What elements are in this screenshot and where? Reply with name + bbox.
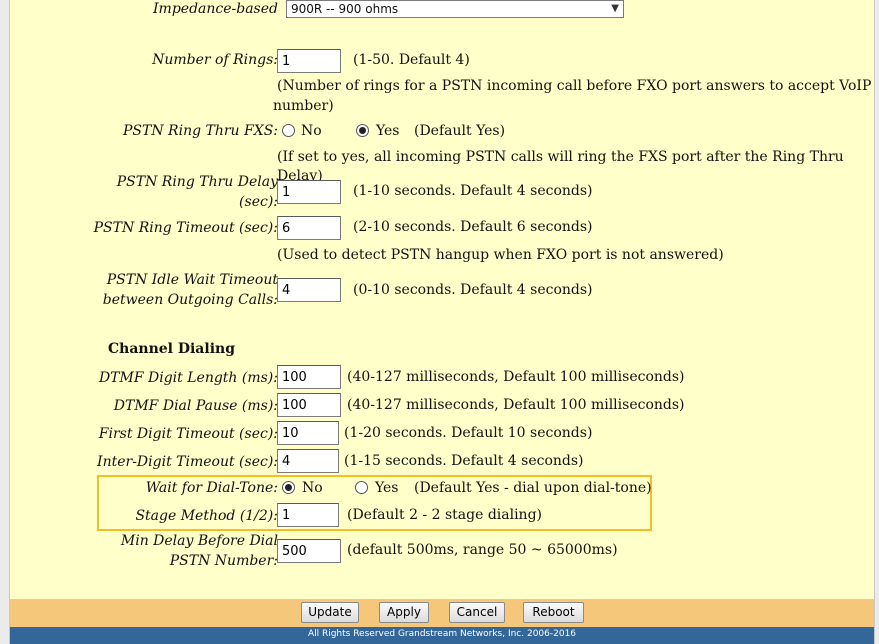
dtmf-length-label: DTMF Digit Length (ms): <box>98 370 278 386</box>
wait-dial-tone-label: Wait for Dial-Tone: <box>145 480 278 496</box>
dtmf-pause-input[interactable] <box>277 393 341 417</box>
ring-timeout-hint: (2-10 seconds. Default 6 seconds) <box>353 219 593 235</box>
rings-note-line2: number) <box>273 98 334 114</box>
reboot-button[interactable]: Reboot <box>523 602 584 623</box>
ring-thru-delay-label-2: (sec): <box>239 194 278 210</box>
rings-label: Number of Rings: <box>152 52 278 68</box>
inter-digit-label: Inter-Digit Timeout (sec): <box>97 454 278 470</box>
inter-digit-hint: (1-15 seconds. Default 4 seconds) <box>344 453 584 469</box>
impedance-value: 900R -- 900 ohms <box>291 2 399 16</box>
min-delay-label-1: Min Delay Before Dial <box>120 533 278 549</box>
idle-wait-hint: (0-10 seconds. Default 4 seconds) <box>353 282 593 298</box>
right-scrollbar[interactable] <box>874 0 879 644</box>
wait-dial-tone-yes-label: Yes <box>375 480 399 496</box>
ring-thru-label: PSTN Ring Thru FXS: <box>123 123 278 139</box>
first-digit-input[interactable] <box>277 421 339 445</box>
impedance-label: Impedance-based <box>153 1 278 17</box>
wait-dial-tone-yes-radio[interactable] <box>355 481 368 494</box>
rings-hint: (1-50. Default 4) <box>353 52 470 68</box>
first-digit-label: First Digit Timeout (sec): <box>98 426 278 442</box>
min-delay-hint: (default 500ms, range 50 ~ 65000ms) <box>347 542 618 558</box>
ring-thru-yes-label: Yes <box>376 123 400 139</box>
dtmf-length-input[interactable] <box>277 365 341 389</box>
ring-thru-hint: (Default Yes) <box>414 123 506 139</box>
idle-wait-input[interactable] <box>277 278 341 302</box>
footer-button-bar <box>10 599 874 627</box>
impedance-select[interactable]: 900R -- 900 ohms ▼ <box>286 0 624 18</box>
min-delay-input[interactable] <box>277 539 341 563</box>
channel-dialing-heading: Channel Dialing <box>108 341 235 357</box>
idle-wait-label-1: PSTN Idle Wait Timeout <box>106 272 278 288</box>
wait-dial-tone-hint: (Default Yes - dial upon dial-tone) <box>414 480 652 496</box>
wait-dial-tone-no-radio[interactable] <box>282 481 295 494</box>
ring-thru-no-label: No <box>301 123 322 139</box>
dtmf-length-hint: (40-127 milliseconds, Default 100 millis… <box>347 369 685 385</box>
inter-digit-input[interactable] <box>277 449 339 473</box>
ring-thru-delay-label-1: PSTN Ring Thru Delay <box>116 174 278 190</box>
rings-note-line1: (Number of rings for a PSTN incoming cal… <box>277 78 872 94</box>
ring-timeout-note: (Used to detect PSTN hangup when FXO por… <box>277 247 724 263</box>
stage-method-hint: (Default 2 - 2 stage dialing) <box>347 507 543 523</box>
ring-thru-no-radio[interactable] <box>282 124 295 137</box>
chevron-down-icon: ▼ <box>611 3 619 14</box>
stage-method-input[interactable] <box>277 503 339 527</box>
ring-timeout-label: PSTN Ring Timeout (sec): <box>93 220 278 236</box>
rings-input[interactable] <box>277 49 341 73</box>
cancel-button[interactable]: Cancel <box>449 602 505 623</box>
ring-thru-note: (If set to yes, all incoming PSTN calls … <box>277 149 844 184</box>
dtmf-pause-label: DTMF Dial Pause (ms): <box>113 398 278 414</box>
ring-timeout-input[interactable] <box>277 216 341 240</box>
apply-button[interactable]: Apply <box>379 602 429 623</box>
left-frame-border <box>0 0 10 644</box>
update-button[interactable]: Update <box>301 602 359 623</box>
first-digit-hint: (1-20 seconds. Default 10 seconds) <box>344 425 593 441</box>
settings-panel: Impedance-based 900R -- 900 ohms ▼ Numbe… <box>10 0 874 600</box>
dtmf-pause-hint: (40-127 milliseconds, Default 100 millis… <box>347 397 685 413</box>
copyright-bar: All Rights Reserved Grandstream Networks… <box>10 627 874 644</box>
min-delay-label-2: PSTN Number: <box>169 553 278 569</box>
ring-thru-delay-input[interactable] <box>277 180 341 204</box>
idle-wait-label-2: between Outgoing Calls: <box>102 292 278 308</box>
ring-thru-delay-hint: (1-10 seconds. Default 4 seconds) <box>353 183 593 199</box>
stage-method-label: Stage Method (1/2): <box>135 508 278 524</box>
wait-dial-tone-no-label: No <box>302 480 323 496</box>
ring-thru-yes-radio[interactable] <box>356 124 369 137</box>
